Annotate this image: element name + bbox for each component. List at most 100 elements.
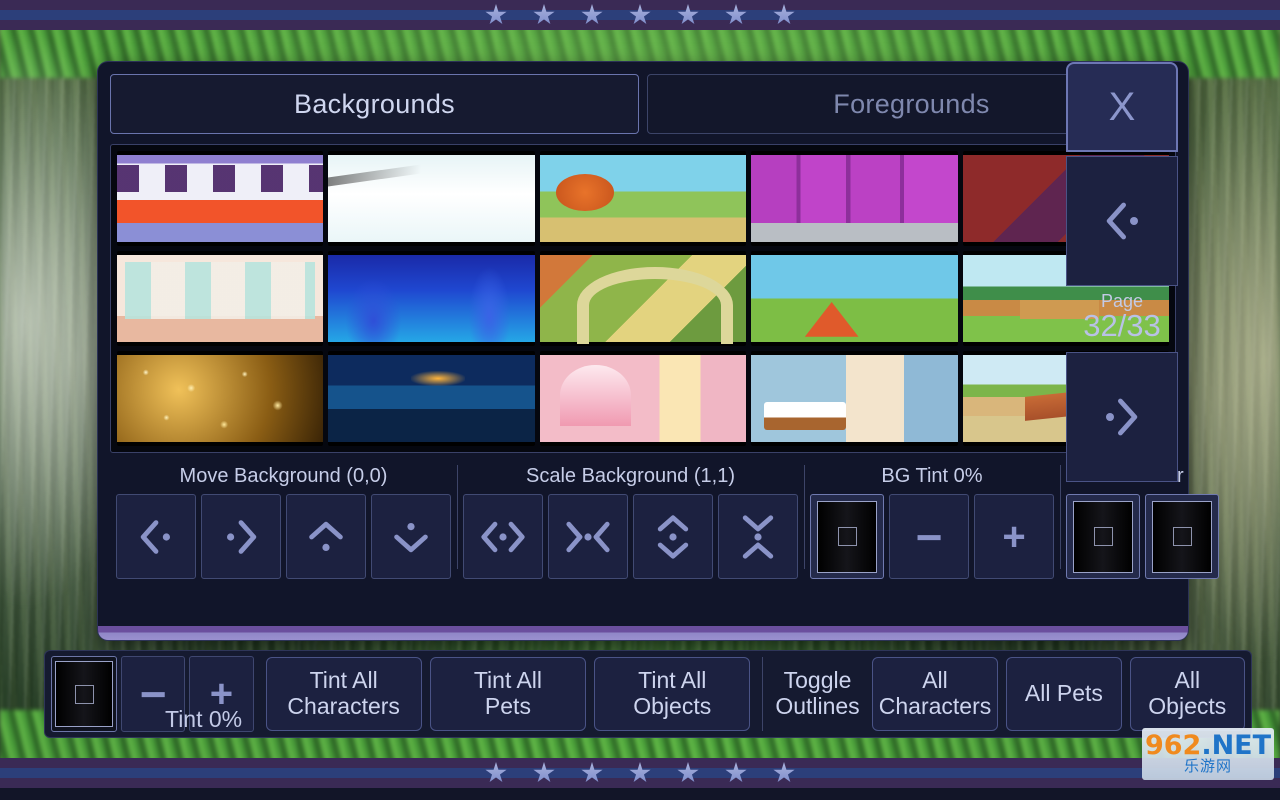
bg-color-secondary-button[interactable] xyxy=(1145,494,1219,579)
star-band-top xyxy=(0,0,1280,30)
page-indicator: Page 32/33 xyxy=(1066,286,1178,348)
background-editor-panel: Backgrounds Foregrounds Move Background … xyxy=(98,62,1219,640)
star-icon xyxy=(629,762,651,783)
bg-tint-row: − + xyxy=(810,494,1054,579)
next-page-button[interactable] xyxy=(1066,352,1178,482)
arrow-right-dot-icon xyxy=(227,519,257,554)
thumbnail-dressing-salon[interactable] xyxy=(117,251,324,346)
minus-icon: − xyxy=(139,668,167,720)
thumbnail-night-street[interactable] xyxy=(328,351,535,446)
star-band-bottom xyxy=(0,758,1280,788)
star-icon xyxy=(725,4,747,25)
chevron-right-dot-icon xyxy=(1106,398,1138,436)
tint-all-characters-button[interactable]: Tint All Characters xyxy=(265,657,422,731)
thumbnail-stone-arch-garden[interactable] xyxy=(539,251,747,346)
scale-height-in-button[interactable] xyxy=(718,494,798,579)
toggle-outlines-all-objects-button[interactable]: All Objects xyxy=(1129,657,1245,731)
star-icon xyxy=(485,4,507,25)
expand-horizontal-icon xyxy=(481,521,525,552)
star-icon xyxy=(581,762,603,783)
move-background-title: Move Background (0,0) xyxy=(179,465,388,487)
toggle-outlines-all-characters-button[interactable]: All Characters xyxy=(871,657,999,731)
bottom-dark-strip xyxy=(0,788,1280,800)
color-dot xyxy=(1172,527,1192,546)
arrow-up-dot-icon xyxy=(309,521,343,551)
button-label: All Pets xyxy=(1024,680,1103,707)
global-tint-swatch-button[interactable] xyxy=(51,656,118,732)
previous-page-button[interactable] xyxy=(1066,156,1178,286)
panel-footer-bar xyxy=(98,626,1188,640)
scale-background-group: Scale Background (1,1) xyxy=(457,461,804,581)
color-dot xyxy=(837,527,857,546)
star-icon xyxy=(485,762,507,783)
thumb-art xyxy=(539,155,747,242)
bg-color-primary-button[interactable] xyxy=(1066,494,1140,579)
thumb-art xyxy=(328,255,535,342)
button-label: Tint All Pets xyxy=(473,667,543,719)
close-button[interactable]: X xyxy=(1066,62,1178,152)
button-label: Tint All Characters xyxy=(287,667,400,719)
minus-icon: − xyxy=(915,510,943,563)
scale-width-in-button[interactable] xyxy=(548,494,628,579)
thumb-art xyxy=(328,355,535,442)
scale-width-out-button[interactable] xyxy=(463,494,543,579)
arrow-down-dot-icon xyxy=(394,522,428,552)
button-label: Tint All Objects xyxy=(633,667,712,719)
move-right-button[interactable] xyxy=(201,494,281,579)
arrow-left-dot-icon xyxy=(140,519,170,554)
thumbnail-golden-sparkles[interactable] xyxy=(117,351,324,446)
move-button-row xyxy=(116,494,451,579)
star-icon xyxy=(629,4,651,25)
watermark-text: 962.NET xyxy=(1144,729,1271,761)
page-value: 32/33 xyxy=(1083,307,1161,343)
thumbnail-autumn-meadow[interactable] xyxy=(539,151,747,246)
thumb-art xyxy=(117,155,324,242)
bg-tint-group: BG Tint 0% − + xyxy=(804,461,1060,581)
tab-backgrounds[interactable]: Backgrounds xyxy=(110,74,639,134)
star-icon xyxy=(725,762,747,783)
move-left-button[interactable] xyxy=(116,494,196,579)
toggle-outlines-all-pets-button[interactable]: All Pets xyxy=(1006,657,1122,731)
thumbnail-forest-campsite[interactable] xyxy=(751,251,958,346)
thumbnail-underwater-deep[interactable] xyxy=(328,251,535,346)
thumb-art xyxy=(539,255,747,344)
thumbnail-snowy-slope[interactable] xyxy=(328,151,535,246)
thumbnail-train-interior[interactable] xyxy=(117,151,324,246)
star-icon xyxy=(773,4,795,25)
thumbnail-grid-container xyxy=(110,144,1176,453)
expand-vertical-icon xyxy=(657,514,689,559)
move-up-button[interactable] xyxy=(286,494,366,579)
thumb-art xyxy=(751,355,958,442)
bg-color-row xyxy=(1066,494,1219,579)
scale-background-title: Scale Background (1,1) xyxy=(525,465,735,487)
color-preview xyxy=(1152,500,1212,573)
star-icon xyxy=(773,762,795,783)
close-icon: X xyxy=(1108,85,1136,129)
toggle-outlines-label: Toggle Outlines xyxy=(775,667,860,719)
tint-all-objects-button[interactable]: Tint All Objects xyxy=(594,657,751,731)
move-background-group: Move Background (0,0) xyxy=(110,461,457,581)
thumbnail-blue-bedroom-desk[interactable] xyxy=(751,351,958,446)
scale-height-out-button[interactable] xyxy=(633,494,713,579)
star-icon xyxy=(581,4,603,25)
bg-tint-decrease-button[interactable]: − xyxy=(889,494,969,579)
thumb-art xyxy=(539,355,747,442)
bg-tint-swatch-button[interactable] xyxy=(810,494,884,579)
thumb-art xyxy=(751,155,958,242)
collapse-vertical-icon xyxy=(742,514,774,559)
site-watermark: 962.NET 乐游网 xyxy=(1142,728,1274,780)
move-down-button[interactable] xyxy=(371,494,451,579)
watermark-num: 962 xyxy=(1144,729,1202,761)
tint-all-pets-button[interactable]: Tint All Pets xyxy=(429,657,587,731)
button-label: All Objects xyxy=(1148,667,1227,719)
global-tint-toolbar: − + Tint 0% Tint All Characters Tint All P… xyxy=(44,650,1252,738)
thumbnail-purple-lab-tubes[interactable] xyxy=(751,151,958,246)
star-icon xyxy=(677,4,699,25)
bg-tint-increase-button[interactable]: + xyxy=(974,494,1054,579)
color-preview xyxy=(817,500,877,573)
collapse-horizontal-icon xyxy=(566,521,610,552)
bg-tint-title: BG Tint 0% xyxy=(881,465,983,487)
thumbnail-pink-bedroom[interactable] xyxy=(539,351,747,446)
star-icon xyxy=(533,762,555,783)
plus-icon: + xyxy=(1002,514,1026,559)
